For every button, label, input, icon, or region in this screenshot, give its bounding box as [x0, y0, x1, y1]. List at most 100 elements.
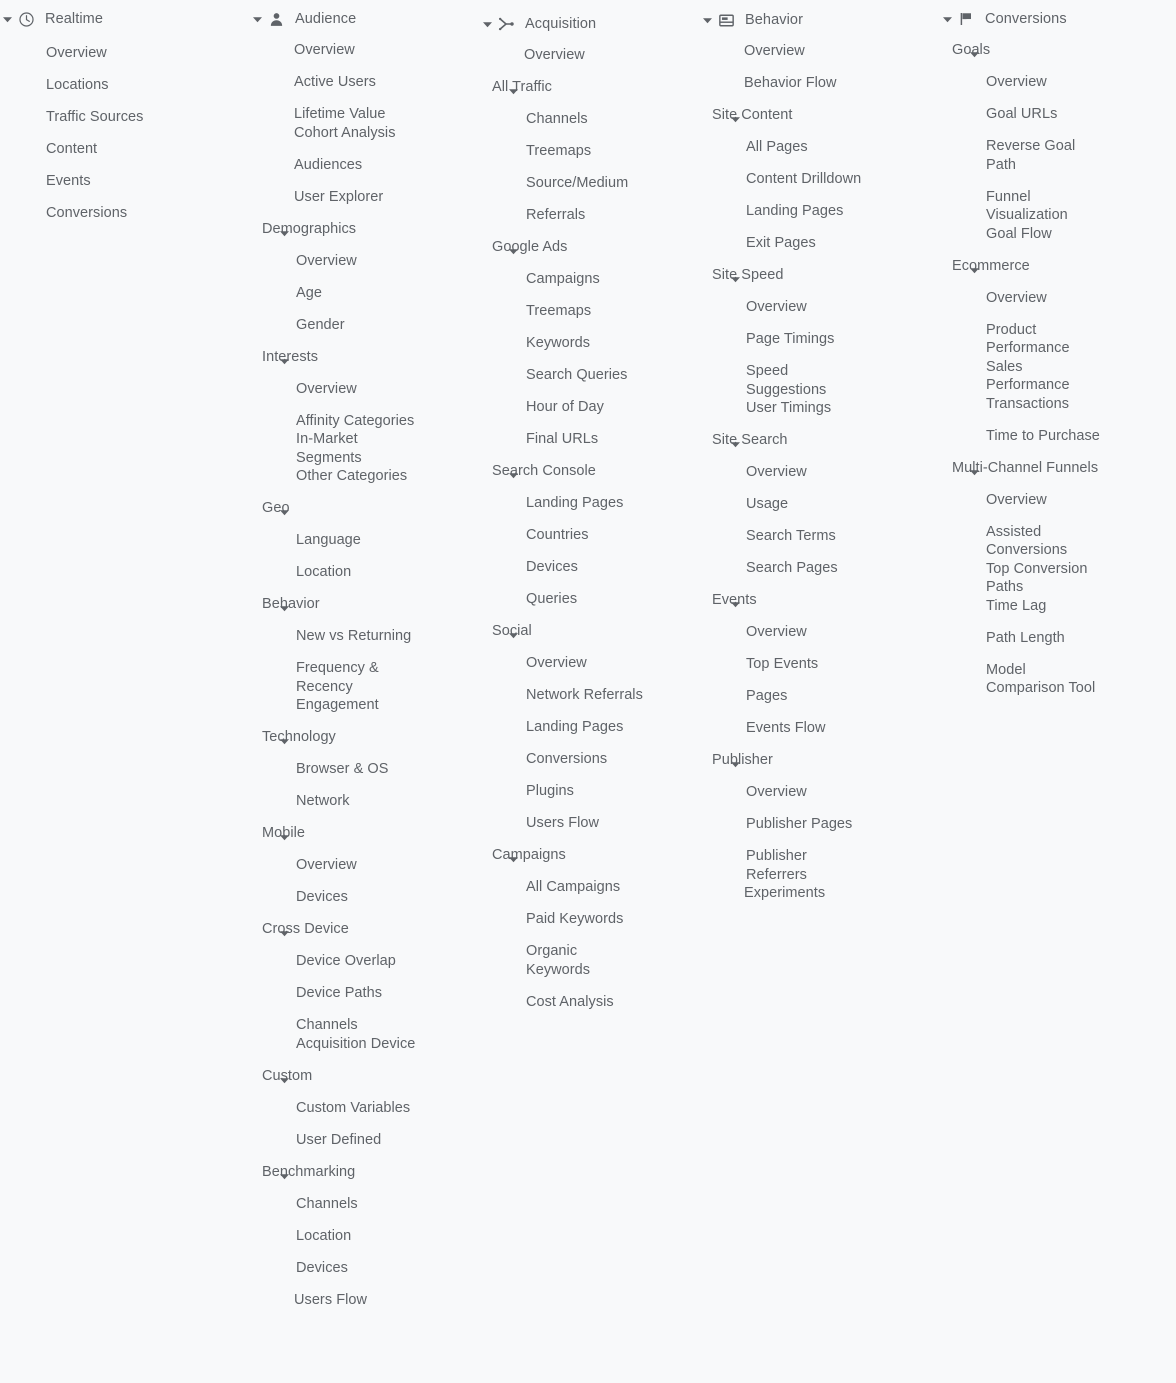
nav-item-model-comparison-tool[interactable]: Model Comparison Tool [940, 661, 1176, 698]
chevron-down-icon[interactable] [970, 464, 979, 475]
nav-group-mobile[interactable]: Mobile [250, 824, 480, 843]
nav-item-countries[interactable]: Countries [480, 526, 700, 545]
nav-item-location[interactable]: Location [250, 1227, 480, 1246]
nav-item-other-categories[interactable]: Other Categories [250, 467, 480, 486]
chevron-down-icon[interactable] [280, 600, 289, 612]
column-header-conversions[interactable]: Conversions [940, 8, 1176, 30]
nav-item-devices[interactable]: Devices [480, 558, 700, 577]
nav-item-overview[interactable]: Overview [250, 380, 480, 399]
nav-item-overview[interactable]: Overview [0, 44, 250, 63]
nav-item-new-vs-returning[interactable]: New vs Returning [250, 627, 480, 646]
nav-group-events[interactable]: Events [700, 591, 940, 610]
nav-item-search-terms[interactable]: Search Terms [700, 527, 940, 546]
nav-item-landing-pages[interactable]: Landing Pages [480, 718, 700, 737]
nav-item-goal-flow[interactable]: Goal Flow [940, 225, 1176, 244]
nav-group-goals[interactable]: Goals [940, 41, 1176, 60]
nav-item-overview[interactable]: Overview [480, 654, 700, 673]
nav-group-campaigns[interactable]: Campaigns [480, 846, 700, 865]
nav-group-behavior[interactable]: Behavior [250, 595, 480, 614]
chevron-down-icon[interactable] [700, 13, 714, 27]
nav-item-overview[interactable]: Overview [700, 623, 940, 642]
nav-item-lifetime-value[interactable]: Lifetime Value [250, 105, 480, 124]
nav-item-path-length[interactable]: Path Length [940, 629, 1176, 648]
nav-group-multi-channel-funnels[interactable]: Multi-Channel Funnels [940, 459, 1176, 478]
nav-group-site-content[interactable]: Site Content [700, 106, 940, 125]
chevron-down-icon[interactable] [731, 596, 740, 608]
chevron-down-icon[interactable] [970, 262, 979, 273]
nav-item-users-flow[interactable]: Users Flow [480, 814, 700, 833]
nav-item-keywords[interactable]: Keywords [480, 334, 700, 353]
chevron-down-icon[interactable] [250, 12, 264, 26]
chevron-down-icon[interactable] [731, 271, 740, 283]
nav-item-custom-variables[interactable]: Custom Variables [250, 1099, 480, 1118]
nav-item-location[interactable]: Location [250, 563, 480, 582]
nav-item-plugins[interactable]: Plugins [480, 782, 700, 801]
nav-item-sales-performance[interactable]: Sales Performance [940, 358, 1176, 395]
nav-item-final-urls[interactable]: Final URLs [480, 430, 700, 449]
nav-item-channels[interactable]: Channels [250, 1195, 480, 1214]
nav-group-cross-device[interactable]: Cross Device [250, 920, 480, 939]
chevron-down-icon[interactable] [731, 111, 740, 123]
nav-item-active-users[interactable]: Active Users [250, 73, 480, 92]
nav-item-product-performance[interactable]: Product Performance [940, 321, 1176, 358]
nav-item-pages[interactable]: Pages [700, 687, 940, 706]
nav-item-traffic-sources[interactable]: Traffic Sources [0, 108, 250, 127]
nav-item-usage[interactable]: Usage [700, 495, 940, 514]
chevron-down-icon[interactable] [280, 1168, 289, 1179]
nav-item-landing-pages[interactable]: Landing Pages [700, 202, 940, 221]
nav-item-campaigns[interactable]: Campaigns [480, 270, 700, 289]
nav-group-publisher[interactable]: Publisher [700, 751, 940, 770]
nav-item-channels[interactable]: Channels [480, 110, 700, 129]
nav-item-treemaps[interactable]: Treemaps [480, 142, 700, 161]
nav-item-users-flow[interactable]: Users Flow [250, 1291, 480, 1310]
chevron-down-icon[interactable] [280, 225, 289, 236]
column-header-acquisition[interactable]: Acquisition [480, 13, 700, 35]
nav-item-time-lag[interactable]: Time Lag [940, 597, 1176, 616]
nav-item-engagement[interactable]: Engagement [250, 696, 480, 715]
nav-item-network[interactable]: Network [250, 792, 480, 811]
nav-item-cost-analysis[interactable]: Cost Analysis [480, 993, 700, 1012]
chevron-down-icon[interactable] [0, 12, 14, 26]
nav-item-organic-keywords[interactable]: Organic Keywords [480, 942, 700, 979]
nav-item-overview[interactable]: Overview [700, 298, 940, 317]
nav-item-frequency-recency[interactable]: Frequency & Recency [250, 659, 480, 696]
column-header-audience[interactable]: Audience [250, 8, 480, 30]
nav-item-time-to-purchase[interactable]: Time to Purchase [940, 427, 1176, 446]
chevron-down-icon[interactable] [280, 504, 289, 516]
nav-item-locations[interactable]: Locations [0, 76, 250, 95]
nav-item-channels[interactable]: Channels [250, 1016, 480, 1035]
nav-item-overview[interactable]: Overview [940, 491, 1176, 510]
nav-item-events-flow[interactable]: Events Flow [700, 719, 940, 738]
chevron-down-icon[interactable] [280, 925, 289, 937]
nav-item-top-events[interactable]: Top Events [700, 655, 940, 674]
nav-group-demographics[interactable]: Demographics [250, 220, 480, 239]
nav-item-user-explorer[interactable]: User Explorer [250, 188, 480, 207]
nav-item-page-timings[interactable]: Page Timings [700, 330, 940, 349]
nav-item-overview[interactable]: Overview [940, 289, 1176, 308]
chevron-down-icon[interactable] [509, 627, 518, 639]
column-header-behavior[interactable]: Behavior [700, 9, 940, 31]
nav-item-overview[interactable]: Overview [480, 46, 700, 65]
nav-item-overview[interactable]: Overview [250, 252, 480, 271]
nav-group-technology[interactable]: Technology [250, 728, 480, 747]
column-header-realtime[interactable]: Realtime [0, 8, 250, 30]
nav-item-device-overlap[interactable]: Device Overlap [250, 952, 480, 971]
nav-item-network-referrals[interactable]: Network Referrals [480, 686, 700, 705]
nav-item-overview[interactable]: Overview [250, 856, 480, 875]
nav-item-speed-suggestions[interactable]: Speed Suggestions [700, 362, 940, 399]
nav-group-site-speed[interactable]: Site Speed [700, 266, 940, 285]
nav-item-age[interactable]: Age [250, 284, 480, 303]
nav-item-source-medium[interactable]: Source/Medium [480, 174, 700, 193]
nav-item-publisher-pages[interactable]: Publisher Pages [700, 815, 940, 834]
nav-item-experiments[interactable]: Experiments [700, 884, 940, 903]
nav-group-custom[interactable]: Custom [250, 1067, 480, 1086]
chevron-down-icon[interactable] [509, 243, 518, 255]
nav-item-queries[interactable]: Queries [480, 590, 700, 609]
nav-item-publisher-referrers[interactable]: Publisher Referrers [700, 847, 940, 884]
nav-group-geo[interactable]: Geo [250, 499, 480, 518]
nav-item-conversions[interactable]: Conversions [0, 204, 250, 223]
chevron-down-icon[interactable] [280, 829, 289, 841]
nav-item-user-defined[interactable]: User Defined [250, 1131, 480, 1150]
nav-item-search-queries[interactable]: Search Queries [480, 366, 700, 385]
nav-item-exit-pages[interactable]: Exit Pages [700, 234, 940, 253]
